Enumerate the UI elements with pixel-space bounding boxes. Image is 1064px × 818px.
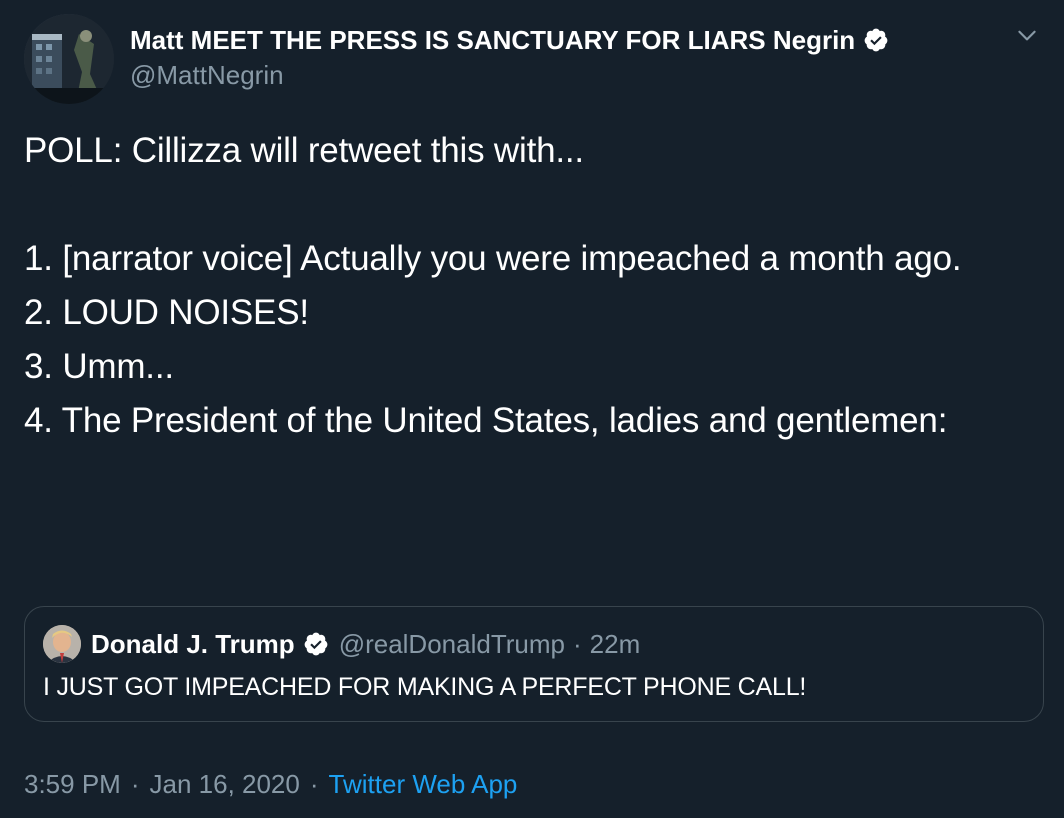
tweet-text: POLL: Cillizza will retweet this with...… [24,131,962,440]
tweet-footer: 3:59 PM · Jan 16, 2020 · Twitter Web App [24,766,517,802]
display-name-row: Matt MEET THE PRESS IS SANCTUARY FOR LIA… [130,24,980,56]
chevron-down-icon[interactable] [1014,22,1040,48]
tweet-time[interactable]: 3:59 PM [24,769,121,800]
tweet-card: Matt MEET THE PRESS IS SANCTUARY FOR LIA… [0,0,1064,818]
separator-dot: · [130,768,140,799]
tweet-header: Matt MEET THE PRESS IS SANCTUARY FOR LIA… [24,14,1040,104]
author-avatar[interactable] [24,14,114,104]
quoted-author-avatar [43,625,81,663]
quoted-tweet[interactable]: Donald J. Trump @realDonaldTrump · 22m I… [24,606,1044,722]
quoted-tweet-text: I JUST GOT IMPEACHED FOR MAKING A PERFEC… [43,673,807,701]
quoted-author-handle: @realDonaldTrump [338,628,565,659]
tweet-date[interactable]: Jan 16, 2020 [150,769,300,800]
author-display-name[interactable]: Matt MEET THE PRESS IS SANCTUARY FOR LIA… [130,25,855,56]
verified-badge-icon [863,27,889,53]
verified-badge-icon [303,631,329,657]
author-names: Matt MEET THE PRESS IS SANCTUARY FOR LIA… [130,24,980,91]
author-handle[interactable]: @MattNegrin [130,60,980,91]
avatar-image [24,14,114,104]
tweet-source-link[interactable]: Twitter Web App [329,769,518,800]
separator-dot: · [572,628,582,659]
quoted-tweet-time: 22m [589,628,641,659]
quoted-author-name: Donald J. Trump [91,628,295,659]
quoted-tweet-header: Donald J. Trump @realDonaldTrump · 22m [43,625,640,663]
separator-dot: · [309,768,319,799]
